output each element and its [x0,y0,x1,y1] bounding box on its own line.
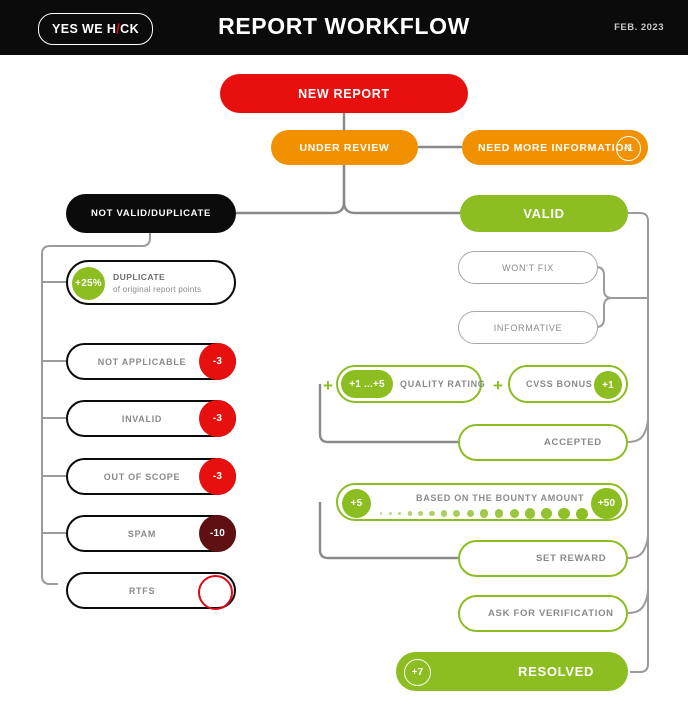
node-invalid[interactable]: INVALID -3 [66,400,236,437]
node-new-report-label: NEW REPORT [298,86,390,101]
node-duplicate[interactable]: +25% DUPLICATE of original report points [66,260,236,305]
node-under-review-label: UNDER REVIEW [299,141,390,154]
node-informative[interactable]: INFORMATIVE [458,311,598,344]
node-quality-rating[interactable]: +1 ...+5 QUALITY RATING [336,365,486,403]
node-cvss-bonus[interactable]: CVSS BONUS +1 [508,365,628,403]
points-badge-bounty-min: +5 [342,489,371,518]
points-badge-quality-rating: +1 ...+5 [341,370,393,398]
node-spam-label: SPAM [127,528,157,539]
node-new-report[interactable]: NEW REPORT [220,74,468,113]
points-badge-duplicate: +25% [72,267,105,300]
node-quality-rating-label: QUALITY RATING [400,379,486,389]
bounty-dot [388,512,392,515]
node-not-applicable-label: NOT APPLICABLE [97,356,187,367]
plus-sign-right: + [493,376,503,395]
node-invalid-label: INVALID [121,413,163,424]
points-badge-out-of-scope: -3 [199,458,236,495]
bounty-dot [407,511,412,516]
node-valid-label: VALID [523,206,565,221]
node-out-of-scope[interactable]: OUT OF SCOPE -3 [66,458,236,495]
points-badge-need-more-information: -1 [616,136,641,161]
bounty-dot [480,509,489,518]
points-badge-bounty-max: +50 [591,488,622,519]
node-resolved-label: RESOLVED [518,664,595,679]
bounty-dot [509,508,519,519]
node-bounty-amount-label: BASED ON THE BOUNTY AMOUNT [416,493,585,503]
node-duplicate-label: DUPLICATE [113,272,166,282]
node-valid[interactable]: VALID [460,195,628,232]
node-ask-for-verification[interactable]: ASK FOR VERIFICATION [458,595,628,632]
points-badge-not-applicable: -3 [199,343,236,380]
points-badge-cvss-bonus: +1 [594,371,622,399]
bounty-dot [441,510,448,517]
node-accepted[interactable]: ACCEPTED [458,424,628,461]
node-set-reward-label: SET REWARD [536,553,607,564]
node-informative-label: INFORMATIVE [493,322,563,333]
report-workflow-diagram: YES WE H/CK REPORT WORKFLOW FEB. 2023 NE… [0,0,688,715]
plus-sign-left: + [323,376,333,395]
node-under-review[interactable]: UNDER REVIEW [271,130,418,165]
node-need-more-information[interactable]: NEED MORE INFORMATION -1 [462,130,648,165]
node-rtfs[interactable]: RTFS [66,572,236,610]
bounty-dot [397,511,402,516]
bounty-dot [466,509,475,518]
node-resolved[interactable]: +7 RESOLVED [396,652,628,691]
bounty-gradient-dots [380,507,588,520]
bounty-dot [494,509,504,518]
bounty-dot [525,508,536,519]
bounty-dot [380,512,383,515]
bounty-dot [541,508,553,519]
node-wont-fix[interactable]: WON'T FIX [458,251,598,284]
points-badge-rtfs [198,575,233,610]
node-ask-for-verification-label: ASK FOR VERIFICATION [488,608,614,619]
points-badge-invalid: -3 [199,400,236,437]
node-wont-fix-label: WON'T FIX [502,262,554,273]
bounty-dot [558,507,570,520]
bounty-dot [453,510,461,517]
node-set-reward[interactable]: SET REWARD [458,540,628,577]
node-out-of-scope-label: OUT OF SCOPE [103,471,181,482]
node-cvss-bonus-label: CVSS BONUS [526,379,593,389]
node-rtfs-label: RTFS [128,585,156,596]
node-not-applicable[interactable]: NOT APPLICABLE -3 [66,343,236,380]
node-not-valid-duplicate[interactable]: NOT VALID/DUPLICATE [66,194,236,233]
points-badge-resolved: +7 [404,659,431,686]
bounty-dot [429,510,435,517]
node-accepted-label: ACCEPTED [544,437,602,448]
points-badge-spam: -10 [199,515,236,552]
node-not-valid-duplicate-label: NOT VALID/DUPLICATE [90,208,212,219]
node-spam[interactable]: SPAM -10 [66,515,236,552]
bounty-dot [575,507,588,520]
node-need-more-information-label: NEED MORE INFORMATION [478,141,633,154]
node-duplicate-sublabel: of original report points [113,285,202,294]
node-bounty-amount[interactable]: +5 BASED ON THE BOUNTY AMOUNT +50 [336,483,628,521]
bounty-dot [418,511,424,516]
